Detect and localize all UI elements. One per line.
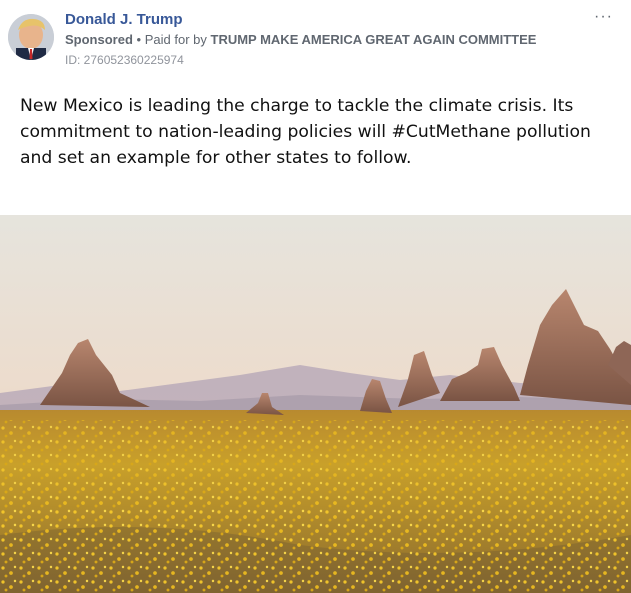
sponsored-label[interactable]: Sponsored xyxy=(65,32,133,47)
ellipsis-icon[interactable]: ··· xyxy=(594,8,613,26)
committee-name: TRUMP MAKE AMERICA GREAT AGAIN COMMITTEE xyxy=(210,32,537,47)
post-header: Donald J. Trump Sponsored • Paid for by … xyxy=(65,10,591,70)
advertiser-avatar[interactable] xyxy=(8,14,54,60)
post-image[interactable] xyxy=(0,215,631,593)
ad-post: Donald J. Trump Sponsored • Paid for by … xyxy=(0,0,631,593)
ad-id: ID: 276052360225974 xyxy=(65,53,184,67)
post-text: New Mexico is leading the charge to tack… xyxy=(20,96,591,168)
sponsorship-line: Sponsored • Paid for by TRUMP MAKE AMERI… xyxy=(65,30,591,50)
separator-dot: • xyxy=(136,32,142,47)
paid-for-prefix: Paid for by xyxy=(144,32,207,47)
advertiser-name[interactable]: Donald J. Trump xyxy=(65,10,591,30)
